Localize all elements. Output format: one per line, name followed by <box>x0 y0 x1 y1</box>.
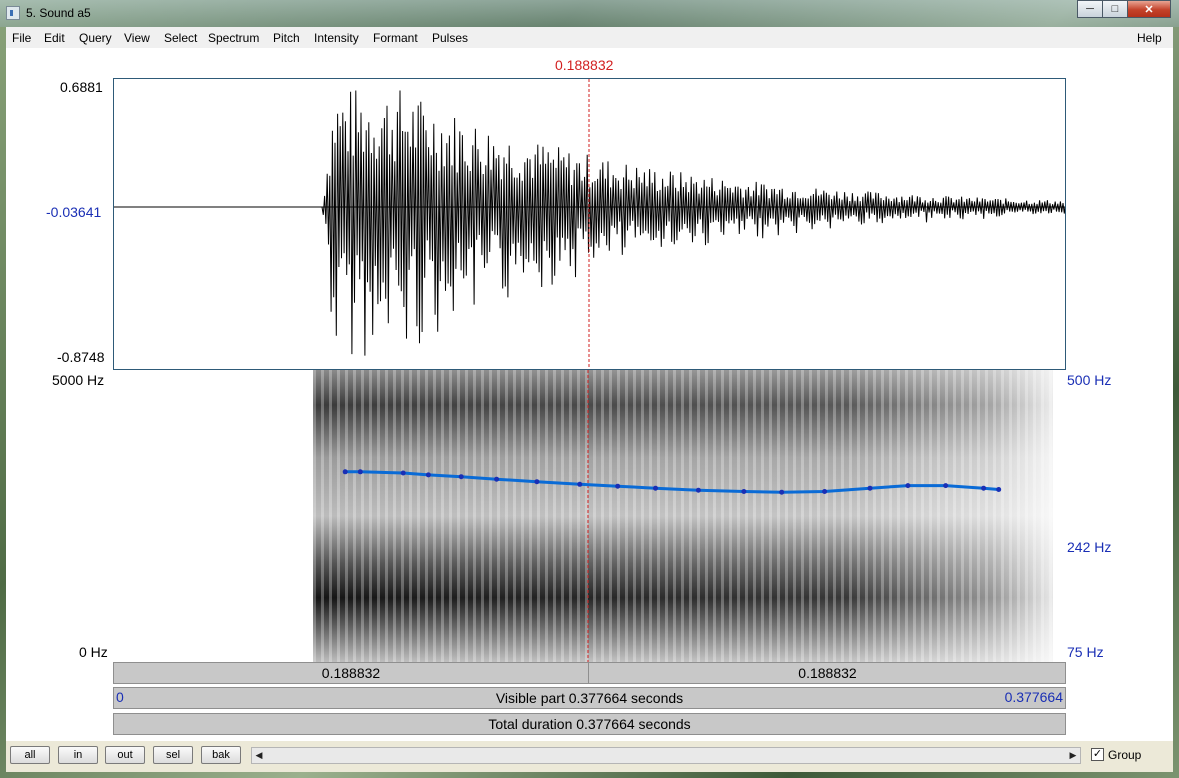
menu-bar: File Edit Query View Select Spectrum Pit… <box>6 27 1173 49</box>
pitch-point <box>653 485 658 491</box>
visible-end-label: 0.377664 <box>1004 689 1063 705</box>
app-icon <box>6 6 20 20</box>
pitch-point <box>695 487 701 493</box>
window-controls: ─ □ ✕ <box>1077 0 1171 19</box>
pitch-point <box>615 483 621 489</box>
menu-view[interactable]: View <box>124 31 150 45</box>
right-interval[interactable]: 0.188832 <box>590 663 1065 683</box>
total-duration-label: Total duration 0.377664 seconds <box>488 716 691 732</box>
pitch-point <box>867 485 873 491</box>
group-checkbox[interactable]: ✓ <box>1091 748 1104 761</box>
spectrogram-plot <box>313 370 1053 662</box>
pitch-point <box>425 472 431 478</box>
pitch-point <box>494 476 500 482</box>
menu-formant[interactable]: Formant <box>373 31 418 45</box>
group-label: Group <box>1108 748 1142 762</box>
pitch-point <box>357 469 363 475</box>
pitch-mid-label: 242 Hz <box>1067 539 1112 555</box>
pitch-point <box>981 485 987 491</box>
menu-spectrum[interactable]: Spectrum <box>208 31 259 45</box>
title-bar[interactable]: 5. Sound a5 ─ □ ✕ <box>0 0 1179 27</box>
pitch-max-label: 500 Hz <box>1067 372 1112 388</box>
pitch-point <box>458 474 464 480</box>
horizontal-scrollbar[interactable]: ◀ ▶ <box>251 747 1081 764</box>
pitch-point <box>905 483 911 489</box>
pitch-point <box>534 479 540 485</box>
menu-select[interactable]: Select <box>164 31 197 45</box>
pitch-point <box>943 483 949 489</box>
total-duration-bar[interactable]: Total duration 0.377664 seconds <box>113 713 1066 735</box>
pitch-point <box>400 470 406 476</box>
waveform-plot <box>114 79 1065 369</box>
left-interval[interactable]: 0.188832 <box>114 663 588 683</box>
spec-fmax-label: 5000 Hz <box>52 372 105 388</box>
scroll-right-icon[interactable]: ▶ <box>1066 748 1080 763</box>
minimize-icon[interactable]: ─ <box>1077 0 1103 18</box>
in-button[interactable]: in <box>58 746 98 764</box>
wave-ymin-label: -0.8748 <box>57 349 105 365</box>
out-button[interactable]: out <box>105 746 145 764</box>
all-button[interactable]: all <box>10 746 50 764</box>
menu-intensity[interactable]: Intensity <box>314 31 359 45</box>
menu-pitch[interactable]: Pitch <box>273 31 300 45</box>
wave-ymid-label: -0.03641 <box>46 204 102 220</box>
spectrogram-decay <box>313 370 1053 662</box>
maximize-icon[interactable]: □ <box>1102 0 1128 18</box>
window-frame: File Edit Query View Select Spectrum Pit… <box>6 27 1173 772</box>
right-interval-label: 0.188832 <box>798 665 857 681</box>
pitch-point <box>342 469 348 475</box>
waveform-panel[interactable] <box>113 78 1066 370</box>
menu-query[interactable]: Query <box>79 31 112 45</box>
scroll-left-icon[interactable]: ◀ <box>252 748 266 763</box>
wave-ymax-label: 0.6881 <box>60 79 103 95</box>
menu-help[interactable]: Help <box>1137 31 1162 45</box>
pitch-point <box>996 487 1002 492</box>
close-icon[interactable]: ✕ <box>1127 0 1171 18</box>
menu-pulses[interactable]: Pulses <box>432 31 468 45</box>
menu-edit[interactable]: Edit <box>44 31 65 45</box>
praat-sound-window: 5. Sound a5 ─ □ ✕ File Edit Query View S… <box>0 0 1179 778</box>
pitch-point <box>779 489 785 495</box>
sound-editor-canvas[interactable]: 0.188832 0.6881 -0.03641 -0.8748 5000 Hz… <box>6 48 1173 741</box>
cursor-time-label: 0.188832 <box>555 57 614 73</box>
spectrogram-panel[interactable] <box>113 370 1066 662</box>
bottom-toolbar: all in out sel bak ◀ ▶ ✓ Group <box>6 741 1173 772</box>
pitch-min-label: 75 Hz <box>1067 644 1104 660</box>
bak-button[interactable]: bak <box>201 746 241 764</box>
left-interval-label: 0.188832 <box>321 665 381 681</box>
menu-file[interactable]: File <box>12 31 31 45</box>
sel-button[interactable]: sel <box>153 746 193 764</box>
pitch-point <box>822 489 828 494</box>
spec-fmin-label: 0 Hz <box>79 644 108 660</box>
selection-time-bar[interactable]: 0.188832 0.188832 <box>113 662 1066 684</box>
pitch-point <box>577 481 583 487</box>
checkmark-icon: ✓ <box>1092 748 1103 760</box>
pitch-point <box>741 489 747 494</box>
window-title: 5. Sound a5 <box>26 6 91 20</box>
visible-part-bar[interactable]: 0 Visible part 0.377664 seconds 0.377664 <box>113 687 1066 709</box>
visible-part-label: Visible part 0.377664 seconds <box>495 690 684 706</box>
